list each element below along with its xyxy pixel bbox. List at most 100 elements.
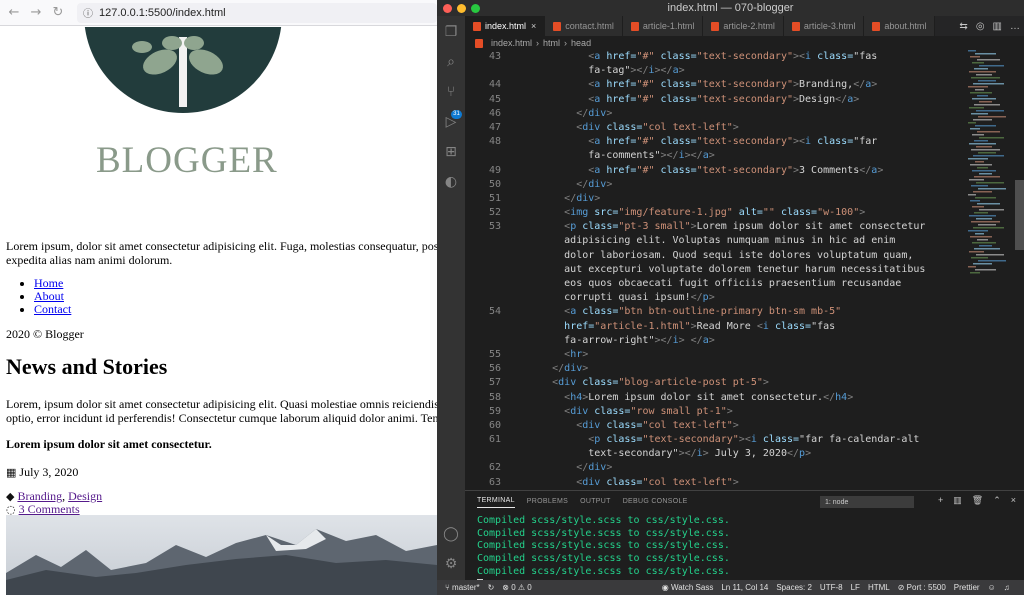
minimap-line	[969, 143, 996, 145]
code-line[interactable]: 48 <a href="#" class="text-secondary"><i…	[465, 135, 965, 149]
language-mode[interactable]: HTML	[868, 583, 890, 592]
code-text: <div class="blog-article-post pt-5">	[552, 377, 769, 389]
code-line[interactable]: eos quos obcaecati fugit officiis praese…	[465, 277, 965, 291]
code-line[interactable]: 49 <a href="#" class="text-secondary">3 …	[465, 164, 965, 178]
code-line[interactable]: corrupti quasi ipsum!</p>	[465, 291, 965, 305]
back-arrow-icon[interactable]: ←	[3, 2, 25, 24]
run-debug-icon[interactable]: ▷	[443, 114, 459, 130]
code-line[interactable]: aut excepturi voluptate dolorem tenetur …	[465, 263, 965, 277]
close-tab-icon[interactable]: ×	[531, 21, 536, 31]
minimap-line	[973, 227, 1004, 229]
breadcrumb-file[interactable]: index.html	[491, 38, 532, 48]
breadcrumb-head[interactable]: head	[571, 38, 591, 48]
encoding[interactable]: UTF-8	[820, 583, 843, 592]
account-icon[interactable]: ◯	[443, 526, 459, 542]
feedback-icon[interactable]: ☺	[988, 583, 996, 592]
reload-icon[interactable]: ↻	[47, 2, 69, 24]
terminal-select[interactable]: 1: node	[820, 496, 914, 508]
code-line[interactable]: fa-comments"></i></a>	[465, 149, 965, 163]
compare-icon[interactable]: ⇆	[959, 21, 967, 32]
code-line[interactable]: 43 <a href="#" class="text-secondary"><i…	[465, 50, 965, 64]
split-editor-icon[interactable]: ▥	[993, 21, 1002, 32]
address-bar[interactable]: ⓘ 127.0.0.1:5500/index.html	[77, 2, 437, 23]
tab-article-1-html[interactable]: article-1.html	[622, 16, 704, 36]
nav-link-about[interactable]: About	[34, 289, 64, 303]
minimap-line	[974, 176, 1000, 178]
end-of-line[interactable]: LF	[851, 583, 860, 592]
code-line[interactable]: dolor laboriosam. Quod sequi iste dolore…	[465, 249, 965, 263]
minimap-line	[969, 251, 984, 253]
branch-indicator[interactable]: ⑂ master*	[445, 583, 480, 592]
source-control-icon[interactable]: ⑂	[443, 84, 459, 100]
line-number: 53	[488, 221, 501, 233]
close-window-button[interactable]	[443, 4, 452, 13]
code-editor[interactable]: 43 <a href="#" class="text-secondary"><i…	[465, 50, 965, 486]
code-line[interactable]: 56 </div>	[465, 362, 965, 376]
chevron-up-icon[interactable]: ⌃	[993, 495, 1001, 506]
tab-terminal[interactable]: TERMINAL	[477, 497, 515, 508]
code-line[interactable]: 51 </div>	[465, 192, 965, 206]
info-icon[interactable]: ⓘ	[83, 5, 93, 20]
code-line[interactable]: 44 <a href="#" class="text-secondary">Br…	[465, 78, 965, 92]
code-line[interactable]: text-secondary"></i> July 3, 2020</p>	[465, 447, 965, 461]
trash-icon[interactable]: 🗑	[972, 495, 983, 506]
code-line[interactable]: href="article-1.html">Read More <i class…	[465, 320, 965, 334]
code-line[interactable]: 46 </div>	[465, 107, 965, 121]
add-terminal-icon[interactable]: +	[938, 495, 943, 506]
tab-about-html[interactable]: about.html	[864, 16, 936, 36]
nav-link-home[interactable]: Home	[34, 276, 63, 290]
gear-icon[interactable]: ⚙	[443, 556, 459, 572]
code-line[interactable]: 57 <div class="blog-article-post pt-5">	[465, 376, 965, 390]
split-terminal-icon[interactable]: ▥	[953, 495, 962, 506]
prettier-status[interactable]: Prettier	[954, 583, 980, 592]
code-line[interactable]: 52 <img src="img/feature-1.jpg" alt="" c…	[465, 206, 965, 220]
code-line[interactable]: 53 <p class="pt-3 small">Lorem ipsum dol…	[465, 220, 965, 234]
problems-indicator[interactable]: ⊗ 0 ⚠ 0	[502, 583, 531, 592]
chevron-right-icon: ›	[564, 38, 568, 48]
go-live-icon[interactable]: ◎	[976, 21, 985, 32]
minimap-line	[970, 236, 992, 238]
code-line[interactable]: 59 <div class="row small pt-1">	[465, 405, 965, 419]
breadcrumb-html[interactable]: html	[543, 38, 560, 48]
code-line[interactable]: 54 <a class="btn btn-outline-primary btn…	[465, 305, 965, 319]
code-line[interactable]: 45 <a href="#" class="text-secondary">De…	[465, 93, 965, 107]
code-line[interactable]: 63 <div class="col text-left">	[465, 476, 965, 486]
code-line[interactable]: 58 <h4>Lorem ipsum dolor sit amet consec…	[465, 391, 965, 405]
maximize-window-button[interactable]	[471, 4, 480, 13]
code-line[interactable]: 60 <div class="col text-left">	[465, 419, 965, 433]
sync-icon[interactable]: ↻	[488, 583, 495, 592]
remote-icon[interactable]: ◐	[443, 174, 459, 190]
tab-contact-html[interactable]: contact.html	[545, 16, 623, 36]
code-line[interactable]: 61 <p class="text-secondary"><i class="f…	[465, 433, 965, 447]
tab-output[interactable]: OUTPUT	[580, 498, 611, 505]
tab-article-3-html[interactable]: article-3.html	[783, 16, 865, 36]
code-line[interactable]: fa-arrow-right"></i> </a>	[465, 334, 965, 348]
more-actions-icon[interactable]: …	[1010, 21, 1020, 32]
indentation[interactable]: Spaces: 2	[776, 583, 812, 592]
live-server-port[interactable]: ⊘ Port : 5500	[898, 583, 946, 592]
search-icon[interactable]: ⌕	[443, 54, 459, 70]
tab-debug-console[interactable]: DEBUG CONSOLE	[623, 498, 688, 505]
code-line[interactable]: 62 </div>	[465, 461, 965, 475]
code-line[interactable]: 47 <div class="col text-left">	[465, 121, 965, 135]
window-title: index.html — 070-blogger	[667, 2, 794, 14]
code-line[interactable]: fa-tag"></i></a>	[465, 64, 965, 78]
explorer-icon[interactable]: ❐	[443, 24, 459, 40]
minimize-window-button[interactable]	[457, 4, 466, 13]
minimap-line	[970, 164, 992, 166]
code-line[interactable]: adipisicing elit. Voluptas numquam minus…	[465, 234, 965, 248]
tab-problems[interactable]: PROBLEMS	[527, 498, 568, 505]
code-line[interactable]: 55 <hr>	[465, 348, 965, 362]
cursor-position[interactable]: Ln 11, Col 14	[721, 583, 768, 592]
forward-arrow-icon[interactable]: →	[25, 2, 47, 24]
tab-index-html[interactable]: index.html ×	[465, 16, 546, 36]
code-line[interactable]: 50 </div>	[465, 178, 965, 192]
close-panel-icon[interactable]: ×	[1011, 495, 1016, 506]
nav-link-contact[interactable]: Contact	[34, 302, 71, 316]
editor-scrollbar[interactable]	[1015, 180, 1024, 250]
bell-icon[interactable]: ♫	[1004, 583, 1010, 592]
tab-article-2-html[interactable]: article-2.html	[703, 16, 784, 36]
watch-sass-button[interactable]: ◉ Watch Sass	[662, 583, 714, 592]
minimap[interactable]	[962, 50, 1017, 486]
extensions-icon[interactable]: ⊞	[443, 144, 459, 160]
